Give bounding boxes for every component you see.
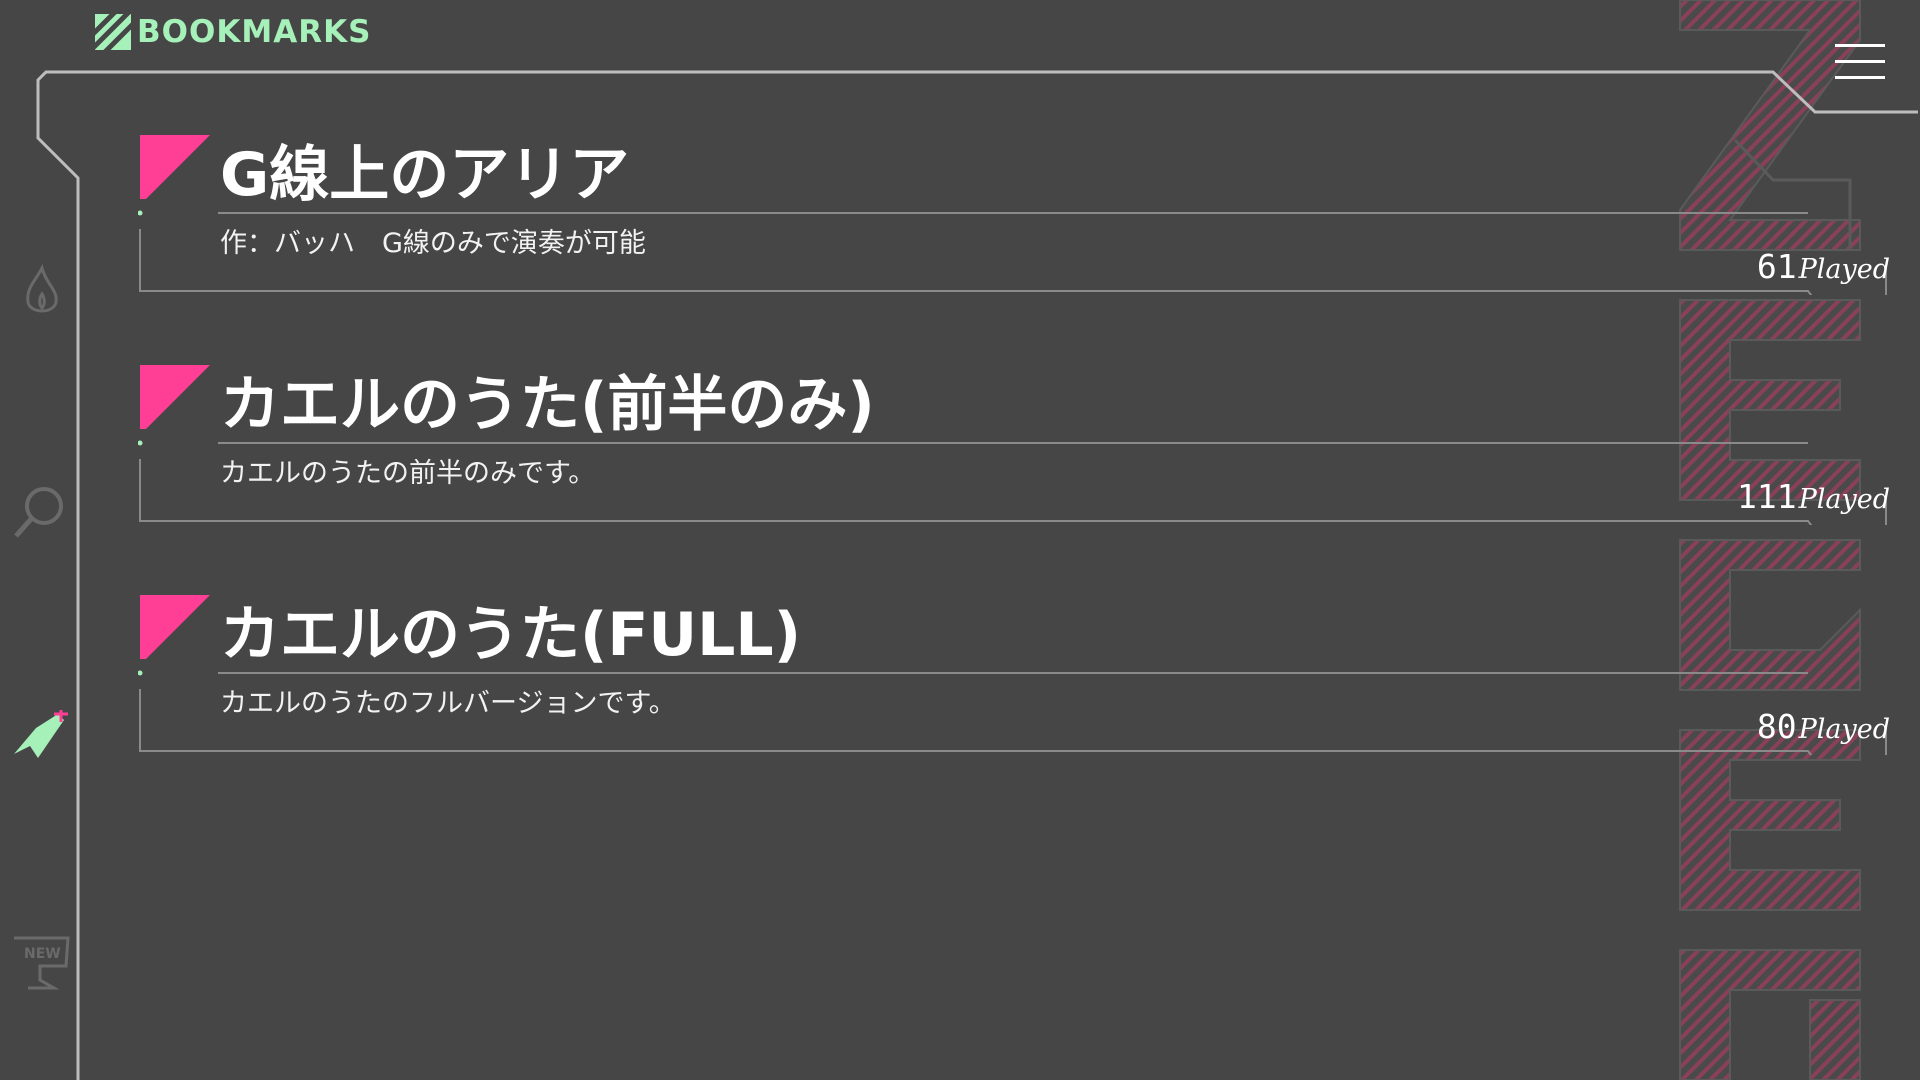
play-count: 80Played — [1720, 707, 1890, 746]
song-description: カエルのうたのフルバージョンです。 — [220, 688, 676, 719]
play-count-value: 80 — [1756, 707, 1797, 746]
song-description: カエルのうたの前半のみです。 — [220, 458, 596, 489]
bookmark-icon — [14, 708, 68, 758]
sidebar-item-popular[interactable] — [10, 260, 74, 324]
song-description: 作：バッハ G線のみで演奏が可能 — [220, 228, 646, 259]
play-count-value: 111 — [1736, 477, 1797, 516]
play-count-label: Played — [1798, 484, 1890, 515]
sidebar-item-search[interactable] — [10, 480, 74, 544]
sidebar-item-new[interactable]: NEW — [10, 930, 74, 994]
song-title: カエルのうた(FULL) — [220, 600, 802, 670]
flame-icon — [26, 263, 58, 313]
play-count-label: Played — [1798, 254, 1890, 285]
hamburger-menu-button[interactable] — [1835, 44, 1887, 82]
svg-text:NEW: NEW — [24, 946, 61, 962]
play-count-label: Played — [1798, 714, 1890, 745]
sidebar-item-bookmarks[interactable] — [10, 708, 74, 774]
song-title: G線上のアリア — [220, 140, 630, 210]
song-card[interactable]: カエルのうた(FULL) カエルのうたのフルバージョンです。 80Played — [138, 595, 1890, 755]
app-logo[interactable]: BOOKMARKS — [95, 14, 371, 50]
song-title: カエルのうた(前半のみ) — [220, 370, 875, 440]
play-count: 61Played — [1720, 247, 1890, 286]
hamburger-menu-icon — [1835, 44, 1885, 47]
new-icon: NEW — [14, 936, 70, 990]
song-card[interactable]: カエルのうた(前半のみ) カエルのうたの前半のみです。 111Played — [138, 365, 1890, 525]
play-count-value: 61 — [1756, 247, 1797, 286]
sidebar-nav: NEW — [0, 240, 80, 1020]
striped-logo-icon — [95, 14, 131, 50]
search-icon — [14, 487, 63, 538]
song-card[interactable]: G線上のアリア 作：バッハ G線のみで演奏が可能 61Played — [138, 135, 1890, 295]
logo-text: BOOKMARKS — [137, 14, 372, 50]
play-count: 111Played — [1720, 477, 1890, 516]
